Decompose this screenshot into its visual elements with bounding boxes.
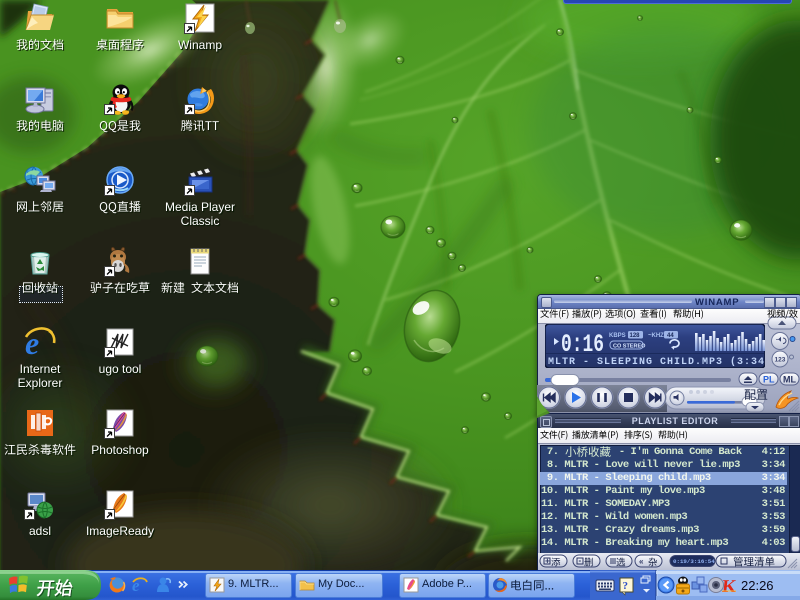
svg-text:KBPS: KBPS — [609, 333, 626, 339]
svg-text:MLTR - SLEEPING CHILD.MP3 (3:3: MLTR - SLEEPING CHILD.MP3 (3:34 — [548, 356, 765, 368]
svg-text:«: « — [639, 557, 644, 566]
svg-text:CO STEREO: CO STEREO — [613, 344, 646, 350]
svg-text:128: 128 — [630, 333, 641, 339]
svg-text:0:16: 0:16 — [561, 330, 604, 359]
svg-text:~KHZ: ~KHZ — [648, 333, 664, 339]
svg-text:123: 123 — [775, 357, 786, 364]
svg-text:ML: ML — [783, 375, 796, 385]
svg-text:K: K — [721, 576, 737, 596]
svg-text:?: ? — [623, 580, 629, 592]
svg-text:-: - — [579, 556, 582, 565]
svg-text:PL: PL — [763, 375, 775, 385]
svg-text:44: 44 — [667, 333, 674, 339]
svg-text:0:19/3:16:54: 0:19/3:16:54 — [673, 558, 715, 565]
svg-text:+: + — [545, 557, 550, 566]
